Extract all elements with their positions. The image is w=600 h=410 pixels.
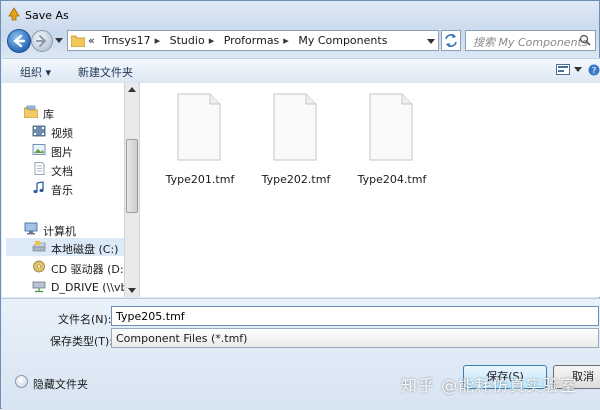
documents-icon: [34, 162, 45, 175]
nav-label: 计算机: [43, 225, 76, 238]
help-icon[interactable]: ?: [588, 63, 600, 77]
new-folder-button[interactable]: 新建文件夹: [78, 64, 133, 80]
navigation-pane: 库 视频 图片 文档 音乐 计算机 本地磁盘 (C:) CD 驱动器 (D: D…: [2, 83, 138, 297]
breadcrumb: « Trnsys17 ▸ Studio ▸ Proformas ▸ My Compon…: [88, 34, 391, 47]
address-dropdown-icon[interactable]: [427, 37, 435, 45]
computer-icon: [24, 222, 38, 235]
file-name: Type204.tmf: [357, 173, 427, 186]
app-icon: [8, 7, 20, 21]
file-name: Type202.tmf: [261, 173, 331, 186]
file-icon: [369, 93, 413, 161]
nav-item-documents[interactable]: 文档: [32, 160, 124, 178]
search-icon: [579, 34, 591, 46]
nav-item-videos[interactable]: 视频: [32, 122, 124, 140]
forward-arrow-icon: [36, 35, 47, 47]
nav-item-local-disk[interactable]: 本地磁盘 (C:): [6, 238, 124, 256]
nav-label: 本地磁盘 (C:): [51, 243, 119, 256]
forward-button[interactable]: [31, 30, 53, 52]
svg-text:?: ?: [592, 67, 597, 77]
navigation-bar: « Trnsys17 ▸ Studio ▸ Proformas ▸ My Compon…: [1, 27, 600, 55]
title-bar: Save As: [1, 1, 600, 27]
breadcrumb-trnsys17[interactable]: Trnsys17: [102, 34, 150, 47]
video-icon: [32, 125, 46, 137]
music-icon: [33, 181, 44, 194]
chevron-right-icon[interactable]: ▸: [209, 34, 215, 47]
chevron-right-icon[interactable]: ▸: [283, 34, 289, 47]
back-arrow-icon: [13, 34, 26, 48]
search-input[interactable]: 搜索 My Components: [473, 34, 588, 50]
file-item[interactable]: Type201.tmf: [160, 85, 240, 186]
nav-item-pictures[interactable]: 图片: [32, 141, 124, 159]
library-icon: [24, 105, 38, 118]
nav-item-music[interactable]: 音乐: [32, 179, 124, 197]
nav-label: 图片: [51, 146, 73, 159]
nav-item-d-drive[interactable]: D_DRIVE (\\vbo: [32, 278, 124, 296]
nav-label: 视频: [51, 127, 73, 140]
recent-pages-dropdown[interactable]: [54, 35, 64, 45]
watermark: 知乎 @能耗仿真实验室: [401, 376, 578, 395]
cd-drive-icon: [33, 260, 45, 273]
nav-label: CD 驱动器 (D:) \: [51, 263, 124, 276]
save-type-select[interactable]: Component Files (*.tmf): [111, 328, 599, 348]
network-drive-icon: [32, 281, 46, 293]
nav-label: 文档: [51, 165, 73, 178]
breadcrumb-my-components[interactable]: My Components: [298, 34, 387, 47]
refresh-icon: [445, 34, 457, 47]
file-item[interactable]: Type204.tmf: [352, 85, 432, 186]
folder-icon: [71, 35, 85, 47]
save-type-label: 保存类型(T):: [50, 335, 114, 348]
breadcrumb-studio[interactable]: Studio: [170, 34, 205, 47]
breadcrumb-overflow[interactable]: «: [88, 34, 95, 47]
nav-item-computer[interactable]: 计算机: [24, 220, 124, 238]
chevron-right-icon[interactable]: ▸: [155, 34, 161, 47]
pictures-icon: [32, 144, 46, 155]
filename-label: 文件名(N):: [58, 313, 112, 326]
view-dropdown-icon[interactable]: [574, 67, 582, 73]
save-type-value: Component Files (*.tmf): [116, 332, 248, 345]
file-icon: [273, 93, 317, 161]
nav-label: 音乐: [51, 184, 73, 197]
command-bar: 组织 ▾ 新建文件夹 ?: [2, 58, 600, 84]
breadcrumb-proformas[interactable]: Proformas: [224, 34, 280, 47]
back-button[interactable]: [7, 29, 31, 53]
collapse-icon: [15, 375, 28, 388]
nav-item-libraries[interactable]: 库: [24, 103, 124, 121]
nav-item-cd-drive[interactable]: CD 驱动器 (D:) \: [32, 258, 124, 276]
hide-folders-label: 隐藏文件夹: [33, 378, 88, 391]
file-icon: [177, 93, 221, 161]
view-options-icon[interactable]: [556, 64, 570, 75]
save-as-dialog: Save As « Trnsys17 ▸ Studio ▸ Proformas ▸: [0, 0, 600, 410]
nav-label: D_DRIVE (\\vbo: [51, 281, 124, 294]
file-item[interactable]: Type202.tmf: [256, 85, 336, 186]
window-title: Save As: [25, 9, 69, 22]
filename-input[interactable]: [111, 306, 599, 326]
organize-menu[interactable]: 组织 ▾: [20, 64, 51, 80]
nav-label: 库: [43, 108, 54, 121]
scroll-up-icon[interactable]: [128, 87, 136, 92]
refresh-button[interactable]: [441, 30, 461, 51]
file-list: Type201.tmf Type202.tmf Type204.tmf: [139, 83, 600, 297]
nav-scrollbar[interactable]: [124, 83, 138, 297]
scrollbar-thumb[interactable]: [126, 139, 138, 213]
hard-drive-icon: [32, 241, 46, 252]
file-name: Type201.tmf: [165, 173, 235, 186]
address-bar[interactable]: « Trnsys17 ▸ Studio ▸ Proformas ▸ My Compon…: [67, 30, 439, 51]
search-box[interactable]: 搜索 My Components: [465, 30, 596, 51]
scroll-down-icon[interactable]: [128, 288, 136, 293]
